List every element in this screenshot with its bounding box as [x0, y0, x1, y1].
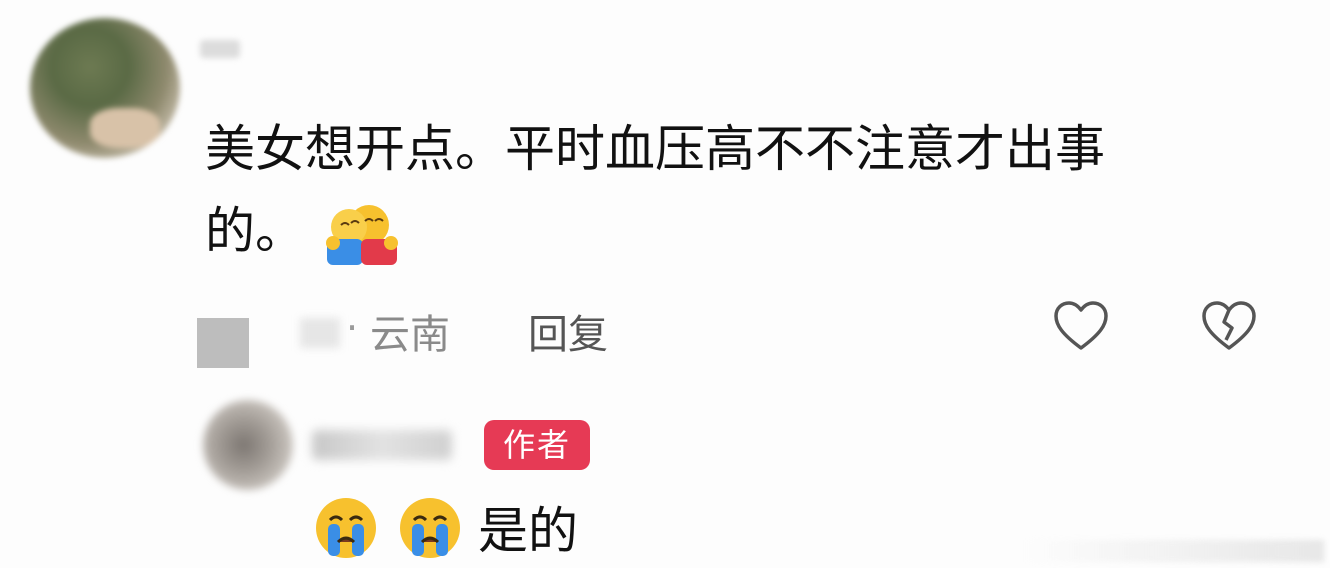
broken-heart-icon[interactable] [1200, 298, 1258, 356]
crying-face-icon [316, 498, 376, 558]
crying-face-icon [400, 498, 460, 558]
comment-text-line2-wrap: 的。 [205, 190, 1245, 272]
commenter-avatar[interactable] [30, 18, 180, 158]
reply-button[interactable]: 回复 [528, 302, 608, 360]
time-blurred [300, 318, 340, 348]
author-avatar[interactable] [203, 400, 293, 490]
reply-text: 是的 [478, 502, 578, 560]
author-username[interactable] [312, 430, 452, 460]
author-badge: 作者 [484, 420, 590, 470]
heart-outline-icon[interactable] [1052, 298, 1110, 356]
comment-text-line1: 美女想开点。平时血压高不不注意才出事 [205, 120, 1105, 178]
comment-thread: 美女想开点。平时血压高不不注意才出事 的。 · 云南 回复 作者 是的 [0, 0, 1330, 568]
hug-emoji-icon [326, 204, 398, 265]
comment-body: 美女想开点。平时血压高不不注意才出事 的。 [205, 108, 1245, 272]
location-label: 云南 [370, 312, 450, 358]
commenter-username[interactable] [200, 40, 240, 58]
watermark [1024, 540, 1324, 562]
meta-separator: · [346, 306, 359, 350]
comment-text-line2: 的。 [205, 202, 305, 260]
location-icon-placeholder [197, 318, 249, 368]
reply-body: 是的 [308, 492, 578, 562]
